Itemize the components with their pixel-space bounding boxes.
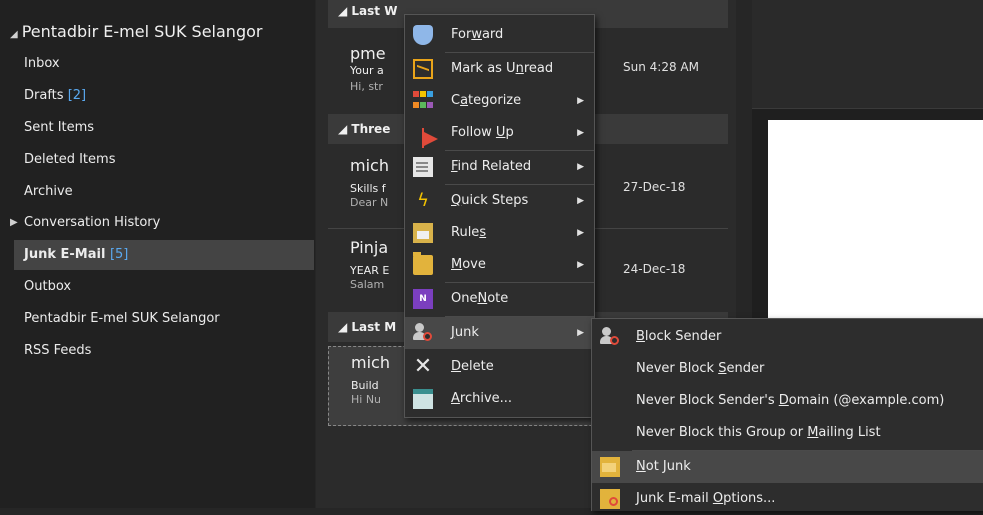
submenu-arrow-icon: ▶ xyxy=(577,228,584,238)
folder-deleted-items[interactable]: Deleted Items xyxy=(24,145,304,175)
categorize-icon xyxy=(413,91,433,111)
message-subject: Build xyxy=(351,379,379,392)
collapse-triangle-icon[interactable]: ◢ xyxy=(10,29,18,40)
reading-pane-header xyxy=(752,0,983,109)
move-folder-icon xyxy=(413,252,433,275)
forward-icon xyxy=(413,25,433,45)
expand-triangle-icon[interactable]: ▶ xyxy=(10,208,18,238)
submenu-item-junk-options[interactable]: Junk E-mail Options... xyxy=(592,483,983,515)
menu-item-forward[interactable]: Forward xyxy=(405,19,594,51)
archive-icon xyxy=(413,389,433,409)
rules-icon xyxy=(413,223,433,243)
menu-item-quick-steps[interactable]: ϟ Quick Steps ▶ xyxy=(405,185,594,217)
unread-count: [5] xyxy=(109,247,129,262)
menu-item-delete[interactable]: ✕ Delete xyxy=(405,351,594,383)
submenu-item-never-block-group[interactable]: Never Block this Group or Mailing List xyxy=(592,417,983,449)
submenu-arrow-icon: ▶ xyxy=(577,162,584,172)
submenu-arrow-icon: ▶ xyxy=(577,260,584,270)
message-date: 27-Dec-18 xyxy=(623,180,686,194)
message-body[interactable] xyxy=(768,120,983,320)
folder-archive[interactable]: Archive xyxy=(24,177,304,207)
menu-item-rules[interactable]: Rules ▶ xyxy=(405,217,594,249)
menu-item-follow-up[interactable]: Follow Up ▶ xyxy=(405,117,594,149)
context-menu: Forward Mark as Unread Categorize ▶ Foll… xyxy=(404,14,595,418)
menu-item-junk[interactable]: Junk ▶ xyxy=(405,317,594,349)
submenu-item-block-sender[interactable]: Block Sender xyxy=(592,321,983,353)
message-subject: Skills f xyxy=(350,182,386,195)
submenu-arrow-icon: ▶ xyxy=(577,328,584,338)
message-preview: Dear N xyxy=(350,196,389,209)
message-sender: pme xyxy=(350,44,386,63)
menu-item-move[interactable]: Move ▶ xyxy=(405,249,594,281)
menu-item-mark-unread[interactable]: Mark as Unread xyxy=(405,53,594,85)
junk-options-icon xyxy=(600,489,620,509)
message-subject: Your a xyxy=(350,64,384,77)
not-junk-icon xyxy=(600,457,620,477)
onenote-icon: N xyxy=(413,289,433,309)
folder-outbox[interactable]: Outbox xyxy=(24,272,304,302)
submenu-arrow-icon: ▶ xyxy=(577,96,584,106)
message-subject: YEAR E xyxy=(350,264,390,277)
folder-conversation-history[interactable]: ▶ Conversation History xyxy=(10,208,304,238)
block-sender-icon xyxy=(600,327,620,347)
message-date: Sun 4:28 AM xyxy=(623,60,699,74)
message-preview: Hi Nu xyxy=(351,393,382,406)
find-related-icon xyxy=(413,157,433,177)
flag-icon xyxy=(413,123,438,148)
submenu-arrow-icon: ▶ xyxy=(577,196,584,206)
folder-pentadbir[interactable]: Pentadbir E-mel SUK Selangor xyxy=(24,304,304,334)
submenu-item-never-block-sender[interactable]: Never Block Sender xyxy=(592,353,983,385)
menu-item-archive[interactable]: Archive... xyxy=(405,383,594,415)
message-preview: Salam xyxy=(350,278,385,291)
folder-sent-items[interactable]: Sent Items xyxy=(24,113,304,143)
message-date: 24-Dec-18 xyxy=(623,262,686,276)
submenu-arrow-icon: ▶ xyxy=(577,128,584,138)
account-folder-root[interactable]: ◢ Pentadbir E-mel SUK Selangor xyxy=(10,22,262,41)
menu-item-onenote[interactable]: N OneNote xyxy=(405,283,594,315)
folder-drafts[interactable]: Drafts [2] xyxy=(24,81,304,111)
unread-count: [2] xyxy=(67,88,87,103)
message-sender: mich xyxy=(350,156,389,175)
folder-pane: ◢ Pentadbir E-mel SUK Selangor Inbox Draf… xyxy=(0,0,315,508)
junk-submenu: Block Sender Never Block Sender Never Bl… xyxy=(591,318,983,511)
folder-junk-email[interactable]: Junk E-Mail [5] xyxy=(14,240,314,270)
folder-inbox[interactable]: Inbox xyxy=(24,49,304,79)
delete-icon: ✕ xyxy=(413,354,433,379)
message-sender: Pinja xyxy=(350,238,389,257)
message-preview: Hi, str xyxy=(350,80,383,93)
envelope-icon xyxy=(413,59,433,79)
folder-rss-feeds[interactable]: RSS Feeds xyxy=(24,336,304,366)
submenu-item-not-junk[interactable]: Not Junk xyxy=(592,451,983,483)
menu-item-categorize[interactable]: Categorize ▶ xyxy=(405,85,594,117)
message-sender: mich xyxy=(351,353,390,372)
submenu-item-never-block-domain[interactable]: Never Block Sender's Domain (@example.co… xyxy=(592,385,983,417)
junk-icon xyxy=(413,323,433,343)
menu-item-find-related[interactable]: Find Related ▶ xyxy=(405,151,594,183)
lightning-icon: ϟ xyxy=(417,190,429,211)
